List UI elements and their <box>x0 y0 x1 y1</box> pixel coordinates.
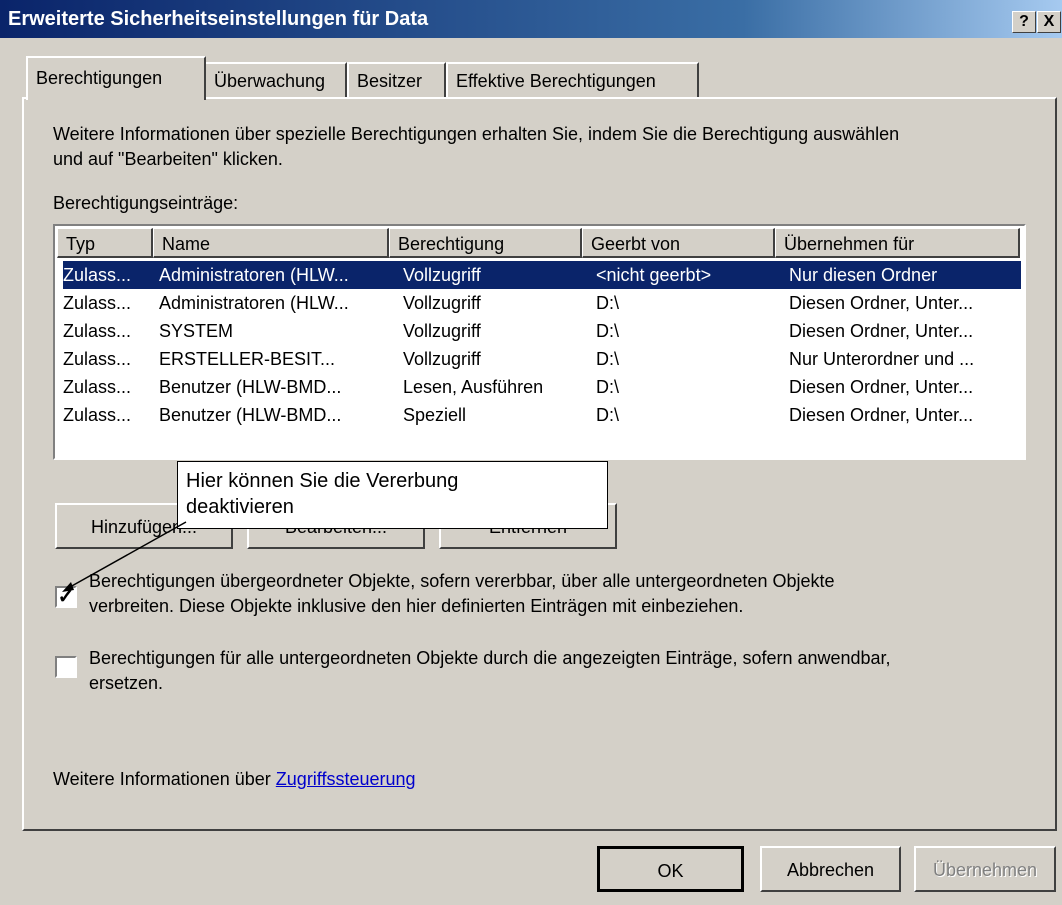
callout-arrow-icon <box>62 521 187 592</box>
